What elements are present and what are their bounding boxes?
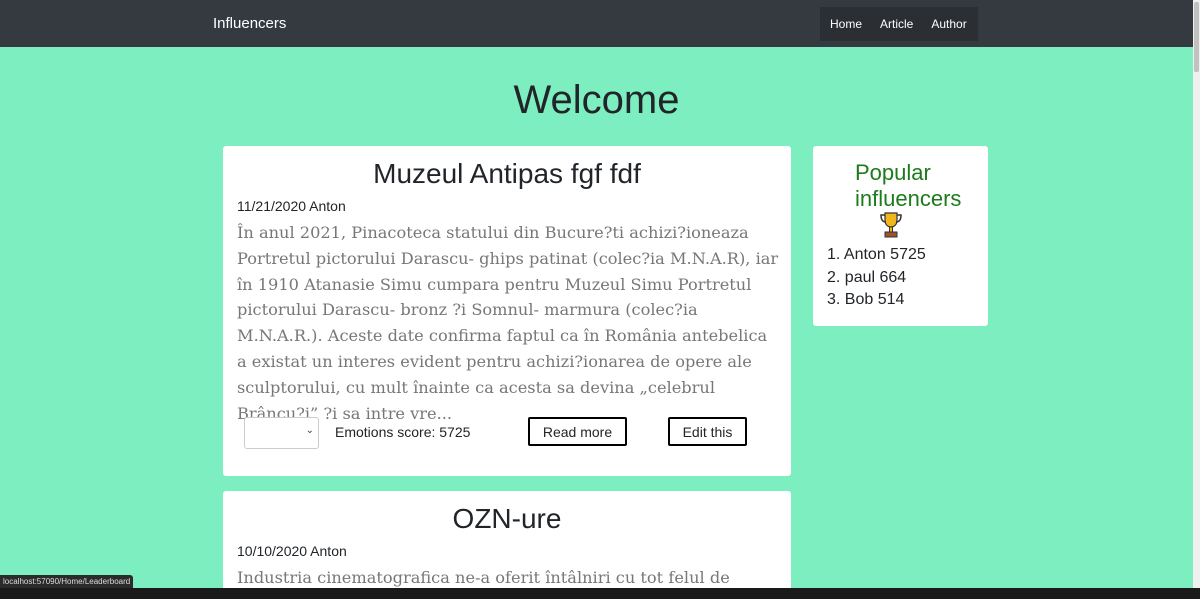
leaderboard-item: 3. Bob 514 (827, 291, 905, 308)
emotions-score: Emotions score: 5725 (335, 424, 471, 440)
leaderboard-item: 1. Anton 5725 (827, 246, 926, 263)
vertical-scrollbar[interactable] (1193, 0, 1200, 590)
scrollbar-thumb[interactable] (1194, 2, 1199, 72)
status-bar-url: localhost:57090/Home/Leaderboard (0, 575, 134, 588)
article-title: OZN-ure (452, 503, 562, 534)
edit-this-button[interactable]: Edit this (668, 417, 747, 446)
sidebar-title-line2: influencers (855, 186, 962, 211)
sidebar-title: Popular influencers (855, 160, 961, 212)
leaderboard-item: 2. paul 664 (827, 268, 907, 286)
page-heading: Welcome (513, 78, 680, 122)
nav-article-link[interactable]: Article (870, 7, 921, 41)
popular-influencers-panel: Popular influencers 1. Anton 5725 2. pau… (813, 146, 988, 326)
chevron-down-icon: ⌄ (305, 425, 314, 436)
top-navbar: Influencers Home Article Author (0, 0, 1193, 47)
emotion-select[interactable]: ⌄ (244, 417, 319, 449)
nav-author-link[interactable]: Author (921, 7, 974, 41)
sidebar-title-line1: Popular (855, 160, 931, 185)
article-title: Muzeul Antipas fgf fdf (373, 158, 641, 189)
article-meta: 11/21/2020 Anton (237, 198, 346, 214)
article-meta: 10/10/2020 Anton (237, 543, 347, 559)
article-actions: ⌄ Emotions score: 5725 Read more Edit th… (223, 417, 791, 449)
brand-link[interactable]: Influencers (213, 15, 286, 32)
trophy-icon (880, 212, 902, 238)
leaderboard-list: 1. Anton 5725 2. paul 664 3. Bob 514 (827, 244, 926, 312)
article-card: Muzeul Antipas fgf fdf 11/21/2020 Anton … (223, 146, 791, 476)
article-card: OZN-ure 10/10/2020 Anton Industria cinem… (223, 491, 791, 591)
nav-home-link[interactable]: Home (820, 7, 870, 41)
read-more-button[interactable]: Read more (528, 417, 627, 446)
nav-menu: Home Article Author (820, 7, 978, 41)
article-excerpt: În anul 2021, Pinacoteca statului din Bu… (237, 223, 779, 423)
bottom-strip (0, 588, 1200, 599)
